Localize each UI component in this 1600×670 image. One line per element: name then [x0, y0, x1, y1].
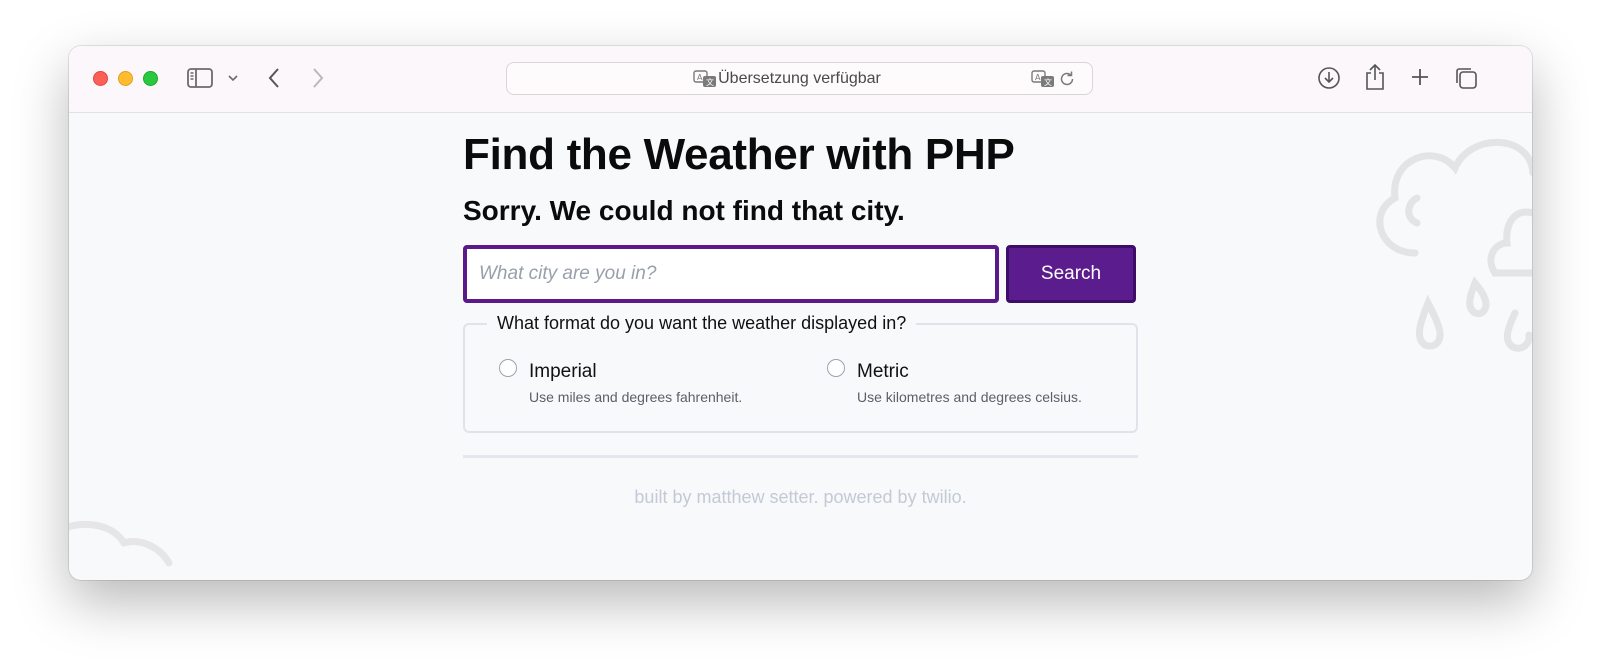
- forward-arrow-icon[interactable]: [311, 67, 325, 89]
- close-window-button[interactable]: [93, 71, 108, 86]
- browser-toolbar: A文 Übersetzung verfügbar A文: [69, 46, 1532, 113]
- metric-radio[interactable]: [827, 359, 845, 377]
- address-bar-text: Übersetzung verfügbar: [718, 70, 881, 87]
- imperial-hint: Use miles and degrees fahrenheit.: [529, 389, 743, 405]
- download-icon[interactable]: [1317, 66, 1341, 90]
- format-fieldset: What format do you want the weather disp…: [463, 313, 1138, 433]
- format-legend: What format do you want the weather disp…: [487, 313, 917, 334]
- imperial-radio[interactable]: [499, 359, 517, 377]
- svg-text:文: 文: [1044, 77, 1052, 87]
- search-button[interactable]: Search: [1006, 245, 1136, 303]
- address-bar[interactable]: A文 Übersetzung verfügbar A文: [506, 62, 1093, 95]
- tab-overview-icon[interactable]: [1454, 66, 1478, 90]
- imperial-label[interactable]: Imperial: [529, 361, 597, 383]
- footer-divider: [463, 455, 1138, 458]
- minimize-window-button[interactable]: [118, 71, 133, 86]
- plus-icon[interactable]: [1410, 67, 1430, 87]
- metric-hint: Use kilometres and degrees celsius.: [857, 389, 1082, 405]
- rain-cloud-icon: [1376, 138, 1532, 352]
- page-content: Find the Weather with PHP Sorry. We coul…: [69, 113, 1532, 580]
- translate-icon[interactable]: A文: [1031, 70, 1055, 88]
- sidebar-icon[interactable]: [187, 68, 213, 88]
- page-title: Find the Weather with PHP: [463, 130, 1015, 179]
- reload-icon[interactable]: [1058, 70, 1076, 88]
- svg-text:A: A: [1035, 73, 1041, 82]
- share-icon[interactable]: [1364, 63, 1386, 91]
- browser-window: A文 Übersetzung verfügbar A文 Find the Wea…: [69, 46, 1532, 580]
- metric-label[interactable]: Metric: [857, 361, 909, 383]
- error-message: Sorry. We could not find that city.: [463, 195, 905, 226]
- back-arrow-icon[interactable]: [267, 67, 281, 89]
- city-search-input[interactable]: [463, 245, 999, 303]
- zoom-window-button[interactable]: [143, 71, 158, 86]
- footer-credit: built by matthew setter. powered by twil…: [634, 487, 967, 507]
- cloud-icon: [69, 521, 173, 567]
- chevron-down-icon[interactable]: [227, 74, 239, 82]
